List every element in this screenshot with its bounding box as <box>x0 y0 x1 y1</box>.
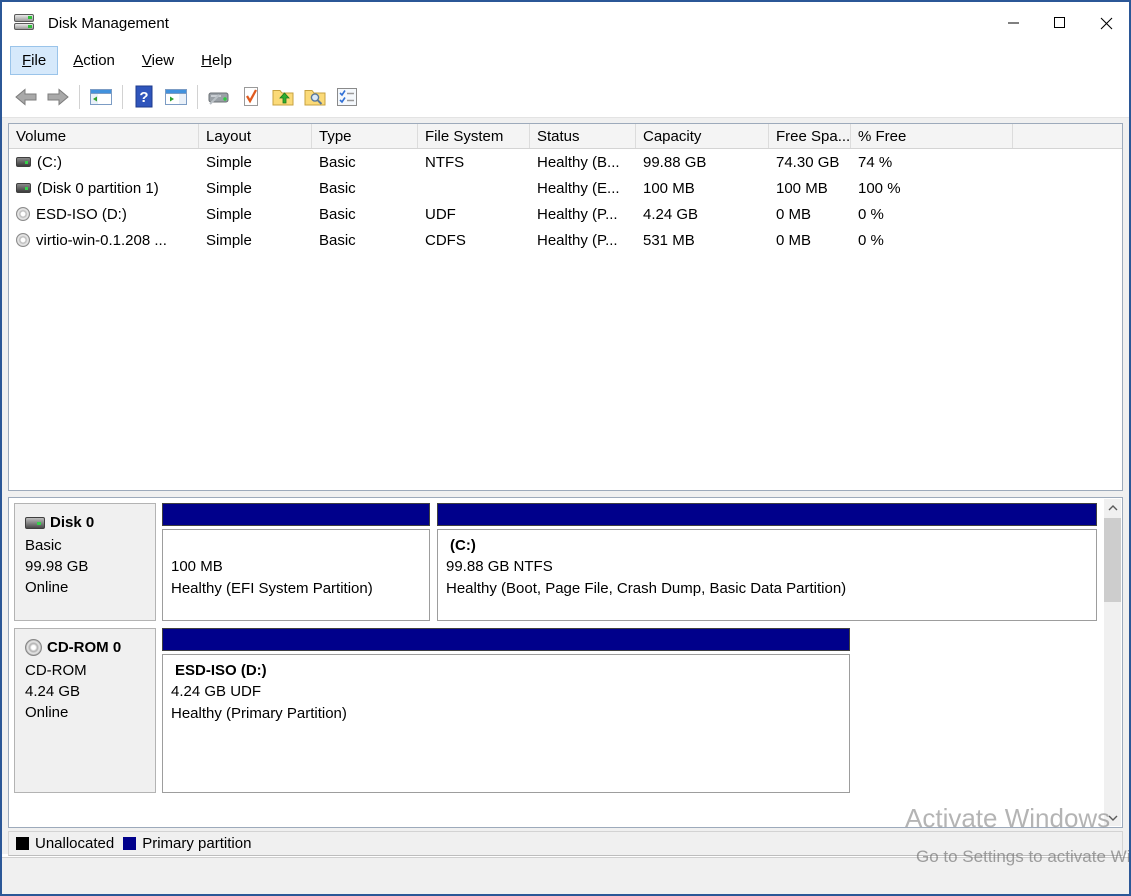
scroll-down-arrow[interactable] <box>1104 809 1121 826</box>
column-header-filler <box>1013 124 1122 148</box>
cdrom-0-type: CD-ROM <box>25 660 147 681</box>
folder-up-button[interactable] <box>267 82 299 112</box>
legend-primary-partition: Primary partition <box>123 835 251 852</box>
minimize-button[interactable] <box>991 2 1037 44</box>
volume-list-header: Volume Layout Type File System Status Ca… <box>9 124 1122 149</box>
disk-0-partitions: 100 MB Healthy (EFI System Partition) (C… <box>162 503 1097 621</box>
menu-action[interactable]: Action <box>61 46 127 75</box>
disk-management-window: Disk Management File Action View Help <box>0 0 1131 896</box>
disk-volume-icon <box>16 157 31 167</box>
primary-partition-swatch <box>123 837 136 850</box>
column-header-layout[interactable]: Layout <box>199 124 312 148</box>
graphical-view-pane: Disk 0 Basic 99.98 GB Online 100 MB Heal… <box>8 497 1123 828</box>
toolbar-separator <box>197 85 198 109</box>
check-document-icon <box>240 85 262 109</box>
properties-list-icon <box>335 86 359 108</box>
cdrom-0-partitions: ESD-ISO (D:) 4.24 GB UDF Healthy (Primar… <box>162 628 1097 793</box>
disk-icon <box>25 517 45 529</box>
unallocated-swatch <box>16 837 29 850</box>
close-icon <box>1100 17 1113 30</box>
partition-c-box[interactable]: (C:) 99.88 GB NTFS Healthy (Boot, Page F… <box>437 529 1097 621</box>
disk-0-label-panel[interactable]: Disk 0 Basic 99.98 GB Online <box>14 503 156 621</box>
partition-esd-iso-box[interactable]: ESD-ISO (D:) 4.24 GB UDF Healthy (Primar… <box>162 654 850 793</box>
menu-help[interactable]: Help <box>189 46 244 75</box>
disk-management-app-icon <box>14 13 38 33</box>
chevron-down-icon <box>1108 815 1118 821</box>
forward-button[interactable] <box>42 82 74 112</box>
show-console-tree-button[interactable] <box>85 82 117 112</box>
cdrom-0-status: Online <box>25 702 147 723</box>
partition-color-bar <box>162 628 850 651</box>
toolbar-separator <box>79 85 80 109</box>
vertical-scrollbar[interactable] <box>1104 499 1121 826</box>
minimize-icon <box>1008 17 1020 29</box>
help-icon: ? <box>133 85 155 109</box>
disk-device-icon <box>207 86 231 108</box>
disk-0-status: Online <box>25 577 147 598</box>
partition-efi-box[interactable]: 100 MB Healthy (EFI System Partition) <box>162 529 430 621</box>
device-button[interactable] <box>203 82 235 112</box>
cd-icon <box>25 639 42 656</box>
cdrom-0-size: 4.24 GB <box>25 681 147 702</box>
forward-arrow-icon <box>46 86 70 108</box>
column-header-file-system[interactable]: File System <box>418 124 530 148</box>
partition-esd-iso[interactable]: ESD-ISO (D:) 4.24 GB UDF Healthy (Primar… <box>162 628 850 793</box>
help-button[interactable]: ? <box>128 82 160 112</box>
folder-up-arrow-icon <box>271 86 295 108</box>
menu-view[interactable]: View <box>130 46 186 75</box>
disk-0-size: 99.98 GB <box>25 556 147 577</box>
window-controls <box>991 2 1129 44</box>
partition-c[interactable]: (C:) 99.88 GB NTFS Healthy (Boot, Page F… <box>437 503 1097 621</box>
menu-file[interactable]: File <box>10 46 58 75</box>
legend-unallocated: Unallocated <box>16 835 114 852</box>
partition-color-bar <box>162 503 430 526</box>
window-title: Disk Management <box>48 15 169 32</box>
volume-row-disk0-partition1[interactable]: (Disk 0 partition 1) Simple Basic Health… <box>9 175 1122 201</box>
legend-bar: Unallocated Primary partition <box>8 831 1123 856</box>
chevron-up-icon <box>1108 505 1118 511</box>
scroll-up-arrow[interactable] <box>1104 499 1121 516</box>
menu-bar: File Action View Help <box>2 44 1129 77</box>
properties-button[interactable] <box>331 82 363 112</box>
volume-row-c[interactable]: (C:) Simple Basic NTFS Healthy (B... 99.… <box>9 149 1122 175</box>
back-button[interactable] <box>10 82 42 112</box>
volume-row-esd-iso[interactable]: ESD-ISO (D:) Simple Basic UDF Healthy (P… <box>9 201 1122 227</box>
cd-volume-icon <box>16 207 30 221</box>
disk-volume-icon <box>16 183 31 193</box>
column-header-free-space[interactable]: Free Spa... <box>769 124 851 148</box>
cdrom-0-row: CD-ROM 0 CD-ROM 4.24 GB Online ESD-ISO (… <box>14 628 1097 793</box>
column-header-pct-free[interactable]: % Free <box>851 124 1013 148</box>
cd-volume-icon <box>16 233 30 247</box>
folder-search-button[interactable] <box>299 82 331 112</box>
scroll-thumb[interactable] <box>1104 518 1121 602</box>
console-tree-icon <box>89 86 113 108</box>
disk-0-row: Disk 0 Basic 99.98 GB Online 100 MB Heal… <box>14 503 1097 621</box>
client-area: Volume Layout Type File System Status Ca… <box>2 118 1129 854</box>
show-action-pane-button[interactable] <box>160 82 192 112</box>
volume-row-virtio-win[interactable]: virtio-win-0.1.208 ... Simple Basic CDFS… <box>9 227 1122 253</box>
maximize-button[interactable] <box>1037 2 1083 44</box>
partition-color-bar <box>437 503 1097 526</box>
volume-list-pane: Volume Layout Type File System Status Ca… <box>8 123 1123 491</box>
column-header-capacity[interactable]: Capacity <box>636 124 769 148</box>
title-bar: Disk Management <box>2 2 1129 44</box>
maximize-icon <box>1054 17 1066 29</box>
action-pane-icon <box>164 86 188 108</box>
svg-text:?: ? <box>139 89 148 106</box>
close-button[interactable] <box>1083 2 1129 44</box>
status-bar <box>2 857 1129 894</box>
back-arrow-icon <box>14 86 38 108</box>
column-header-volume[interactable]: Volume <box>9 124 199 148</box>
disk-0-type: Basic <box>25 535 147 556</box>
folder-search-icon <box>303 86 327 108</box>
toolbar-separator <box>122 85 123 109</box>
cdrom-0-label-panel[interactable]: CD-ROM 0 CD-ROM 4.24 GB Online <box>14 628 156 793</box>
toolbar: ? <box>2 77 1129 118</box>
partition-efi[interactable]: 100 MB Healthy (EFI System Partition) <box>162 503 430 621</box>
column-header-type[interactable]: Type <box>312 124 418 148</box>
column-header-status[interactable]: Status <box>530 124 636 148</box>
check-disk-button[interactable] <box>235 82 267 112</box>
